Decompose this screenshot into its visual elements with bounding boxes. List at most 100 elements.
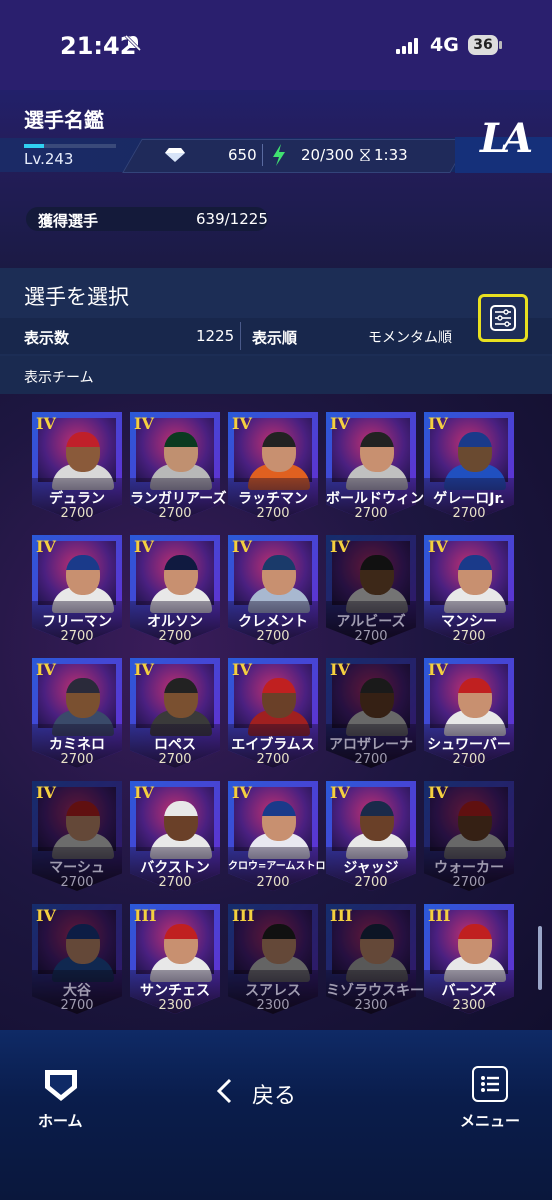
player-name: エイブラムス: [231, 737, 315, 753]
player-head: [360, 555, 394, 595]
selection-title: 選手を選択: [24, 285, 129, 309]
player-rating: 2700: [158, 629, 192, 644]
player-rating: 2700: [452, 752, 486, 767]
player-card[interactable]: IV クロウ=アームストロング 2700: [228, 781, 346, 891]
player-head: [66, 432, 100, 472]
chevron-left-icon[interactable]: [216, 1078, 232, 1104]
card-grade: IV: [330, 660, 350, 679]
player-name: クロウ=アームストロング: [228, 861, 346, 872]
acquired-players-label: 獲得選手: [38, 212, 99, 230]
card-grade: IV: [232, 783, 252, 802]
player-card[interactable]: IV フリーマン 2700: [32, 535, 122, 645]
player-head: [458, 801, 492, 841]
player-card[interactable]: IV アロザレーナ 2700: [326, 658, 416, 768]
player-card[interactable]: IV クレメント 2700: [228, 535, 318, 645]
card-grade: IV: [134, 783, 154, 802]
player-card[interactable]: IV カミネロ 2700: [32, 658, 122, 768]
player-rating: 2700: [60, 998, 94, 1013]
network-type: 4G: [430, 34, 459, 56]
back-button[interactable]: 戻る: [252, 1078, 296, 1110]
player-rating: 2700: [354, 629, 388, 644]
player-card[interactable]: IV ロペス 2700: [130, 658, 220, 768]
player-head: [262, 678, 296, 718]
gem-count: 650: [228, 146, 257, 164]
player-name: ウォーカー: [434, 860, 504, 876]
display-team-label: 表示チーム: [24, 370, 94, 386]
player-rating: 2700: [60, 752, 94, 767]
player-card[interactable]: IV マーシュ 2700: [32, 781, 122, 891]
player-card[interactable]: IV シュワーバー 2700: [424, 658, 514, 768]
player-name: バクストン: [140, 860, 210, 876]
player-rating: 2700: [452, 875, 486, 890]
card-grade: IV: [428, 537, 448, 556]
player-name: スアレス: [245, 983, 301, 999]
player-name: カミネロ: [49, 737, 105, 753]
hourglass-icon: [360, 149, 370, 161]
stamina-count: 20/300: [301, 146, 354, 164]
sort-order-value[interactable]: モメンタム順: [368, 327, 452, 347]
card-grade: IV: [134, 660, 154, 679]
player-name: ゲレーロJr.: [433, 491, 505, 507]
player-card[interactable]: IV ウォーカー 2700: [424, 781, 514, 891]
player-head: [164, 678, 198, 718]
diamond-icon: [165, 148, 185, 162]
home-label[interactable]: ホーム: [38, 1110, 83, 1131]
filter-settings-button[interactable]: [478, 294, 528, 342]
player-rating: 2700: [256, 506, 290, 521]
player-name: マンシー: [441, 614, 497, 630]
player-head: [66, 924, 100, 964]
player-head: [66, 555, 100, 595]
player-head: [360, 801, 394, 841]
player-head: [458, 924, 492, 964]
player-card[interactable]: IV ゲレーロJr. 2700: [424, 412, 514, 522]
player-card[interactable]: IV ボールドウィン 2700: [326, 412, 424, 522]
player-name: バーンズ: [441, 983, 497, 999]
player-head: [458, 555, 492, 595]
player-rating: 2700: [354, 506, 388, 521]
sliders-icon: [490, 305, 516, 331]
player-rating: 2700: [256, 875, 290, 890]
player-card[interactable]: IV 大谷 2700: [32, 904, 122, 1014]
player-name: フリーマン: [42, 614, 112, 630]
player-head: [458, 678, 492, 718]
player-card[interactable]: IV オルソン 2700: [130, 535, 220, 645]
page-title: 選手名鑑: [24, 108, 104, 132]
player-card[interactable]: IV アルビーズ 2700: [326, 535, 416, 645]
player-card[interactable]: III ミゾラウスキー 2300: [326, 904, 424, 1014]
player-card[interactable]: III スアレス 2300: [228, 904, 318, 1014]
scrollbar[interactable]: [538, 926, 542, 990]
player-name: アロザレーナ: [329, 737, 413, 753]
player-card[interactable]: IV デュラン 2700: [32, 412, 122, 522]
player-card-grid[interactable]: IV デュラン 2700 IV ランガリアーズ 2700 IV ラッチマン 2700 IV ボールド…: [0, 394, 552, 1030]
player-card[interactable]: IV ジャッジ 2700: [326, 781, 416, 891]
player-rating: 2700: [354, 752, 388, 767]
player-head: [164, 801, 198, 841]
player-head: [164, 555, 198, 595]
player-card[interactable]: IV ランガリアーズ 2700: [130, 412, 226, 522]
player-name: ミゾラウスキー: [326, 983, 424, 999]
player-card[interactable]: III サンチェス 2300: [130, 904, 220, 1014]
player-card[interactable]: IV マンシー 2700: [424, 535, 514, 645]
list-icon: [481, 1076, 499, 1092]
card-grade: IV: [134, 537, 154, 556]
home-plate-icon[interactable]: [42, 1068, 80, 1104]
player-rating: 2300: [256, 998, 290, 1013]
menu-icon[interactable]: [472, 1066, 508, 1102]
battery-icon: 36: [468, 35, 498, 55]
card-grade: IV: [36, 906, 56, 925]
bell-muted-icon: [124, 34, 142, 52]
divider: [240, 322, 241, 350]
player-head: [66, 801, 100, 841]
team-logo: LA: [480, 115, 533, 162]
player-name: マーシュ: [49, 860, 105, 876]
lightning-icon: [273, 144, 285, 166]
menu-label[interactable]: メニュー: [460, 1110, 520, 1131]
card-grade: IV: [232, 414, 252, 433]
player-card[interactable]: IV ラッチマン 2700: [228, 412, 318, 522]
player-head: [262, 801, 296, 841]
player-card[interactable]: IV エイブラムス 2700: [228, 658, 318, 768]
player-name: ボールドウィン: [326, 491, 424, 507]
player-card[interactable]: III バーンズ 2300: [424, 904, 514, 1014]
level-label: Lv.243: [24, 150, 74, 168]
player-card[interactable]: IV バクストン 2700: [130, 781, 220, 891]
